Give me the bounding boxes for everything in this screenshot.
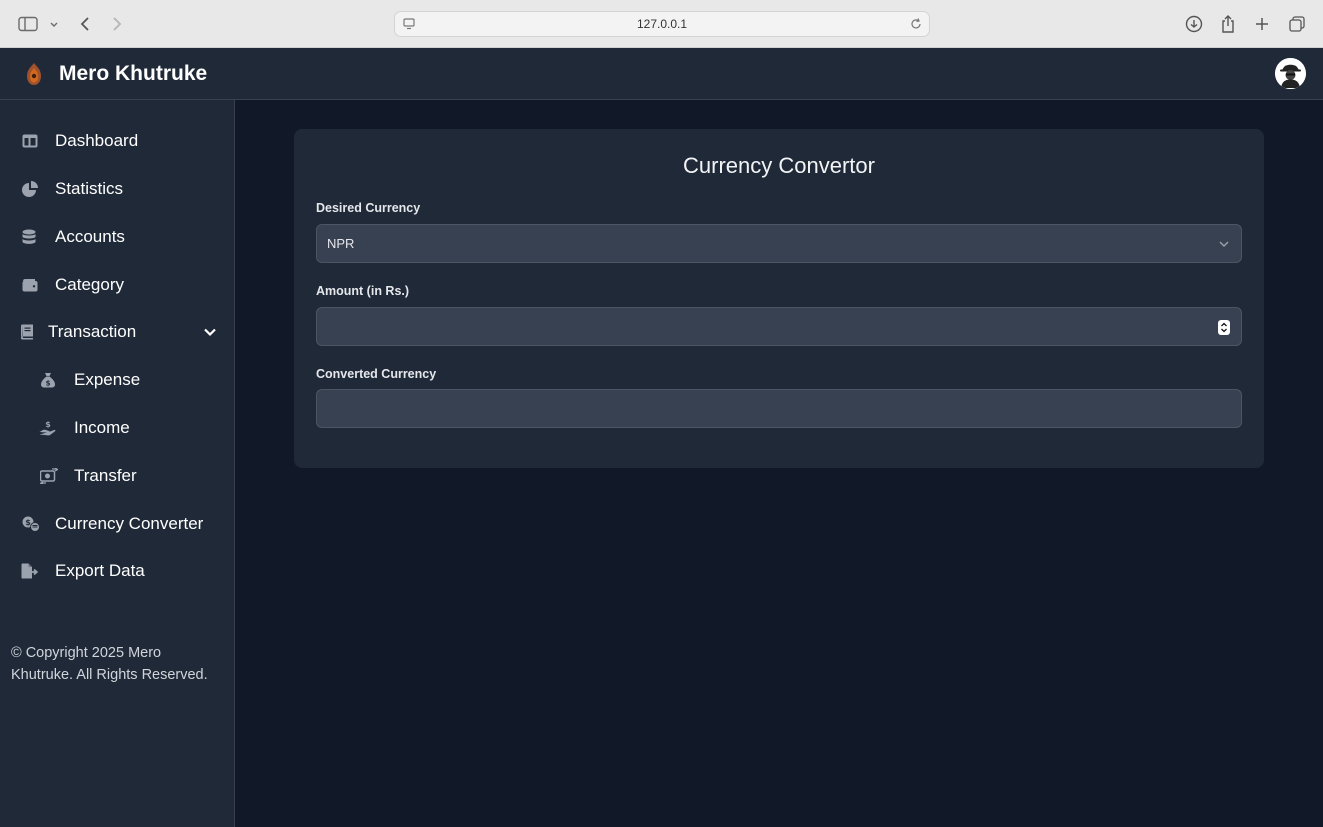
forward-icon[interactable] bbox=[105, 12, 129, 36]
svg-text:$: $ bbox=[46, 380, 51, 388]
dashboard-icon bbox=[21, 132, 39, 150]
svg-text:$: $ bbox=[45, 420, 51, 429]
amount-label: Amount (in Rs.) bbox=[316, 284, 410, 298]
wallet-icon bbox=[21, 276, 39, 294]
user-avatar[interactable] bbox=[1275, 58, 1306, 89]
sidebar-toggle-icon[interactable] bbox=[16, 12, 40, 36]
desired-currency-label: Desired Currency bbox=[316, 201, 421, 215]
sidebar-item-label: Category bbox=[55, 275, 124, 294]
app-header: Mero Khutruke bbox=[0, 48, 1323, 100]
converted-currency-label: Converted Currency bbox=[316, 367, 437, 381]
sidebar-item-label: Transaction bbox=[48, 322, 137, 341]
file-export-icon bbox=[21, 562, 39, 580]
amount-input[interactable] bbox=[316, 307, 1242, 346]
sidebar-item-category[interactable]: Category bbox=[0, 265, 234, 305]
number-stepper-icon[interactable] bbox=[1218, 320, 1230, 335]
currency-converter-card: Currency Convertor Desired Currency NPR … bbox=[294, 129, 1264, 468]
converted-currency-field[interactable] bbox=[316, 389, 1242, 428]
share-icon[interactable] bbox=[1216, 12, 1240, 36]
url-text: 127.0.0.1 bbox=[636, 17, 688, 31]
sidebar-item-label: Statistics bbox=[55, 179, 124, 198]
back-icon[interactable] bbox=[73, 12, 97, 36]
sidebar-item-label: Dashboard bbox=[55, 131, 139, 150]
chevron-down-icon[interactable] bbox=[202, 324, 218, 340]
sidebar: Dashboard Statistics Accounts Category T… bbox=[0, 100, 235, 827]
sidebar-item-statistics[interactable]: Statistics bbox=[0, 169, 234, 209]
copyright-text: © Copyright 2025 Mero Khutruke. All Righ… bbox=[11, 645, 208, 683]
chevron-down-icon[interactable] bbox=[42, 12, 66, 36]
sidebar-item-dashboard[interactable]: Dashboard bbox=[0, 121, 234, 161]
database-icon bbox=[20, 228, 38, 246]
reload-icon[interactable] bbox=[909, 17, 923, 34]
money-transfer-icon bbox=[40, 467, 58, 485]
sidebar-item-label: Expense bbox=[74, 370, 141, 389]
chevron-down-icon bbox=[1217, 237, 1231, 251]
pie-chart-icon bbox=[21, 180, 39, 198]
app-logo-icon[interactable] bbox=[22, 61, 46, 87]
sidebar-item-transaction[interactable]: Transaction bbox=[0, 312, 234, 352]
sidebar-item-accounts[interactable]: Accounts bbox=[0, 217, 234, 257]
page-title: Currency Convertor bbox=[683, 153, 875, 178]
app-title[interactable]: Mero Khutruke bbox=[59, 62, 207, 86]
desired-currency-value: NPR bbox=[327, 236, 355, 251]
book-icon bbox=[18, 323, 36, 341]
address-bar[interactable]: 127.0.0.1 bbox=[394, 11, 930, 37]
sidebar-item-income[interactable]: $ Income bbox=[0, 408, 234, 448]
site-info-icon bbox=[402, 17, 416, 34]
sidebar-item-label: Accounts bbox=[55, 227, 125, 246]
sidebar-item-label: Transfer bbox=[74, 466, 137, 485]
sidebar-item-label: Export Data bbox=[55, 561, 145, 580]
sidebar-item-expense[interactable]: $ Expense bbox=[0, 360, 234, 400]
desired-currency-select[interactable]: NPR bbox=[316, 224, 1242, 263]
sidebar-item-transfer[interactable]: Transfer bbox=[0, 456, 234, 496]
sidebar-item-export-data[interactable]: Export Data bbox=[0, 551, 234, 591]
hand-coin-icon: $ bbox=[39, 419, 57, 437]
sidebar-item-currency-converter[interactable]: $ Currency Converter bbox=[0, 504, 234, 544]
tab-overview-icon[interactable] bbox=[1285, 12, 1309, 36]
sidebar-item-label: Currency Converter bbox=[55, 514, 204, 533]
download-icon[interactable] bbox=[1182, 12, 1206, 36]
money-bag-icon: $ bbox=[39, 371, 57, 389]
new-tab-icon[interactable] bbox=[1250, 12, 1274, 36]
sidebar-item-label: Income bbox=[74, 418, 130, 437]
browser-toolbar: 127.0.0.1 bbox=[0, 0, 1323, 48]
currency-exchange-icon: $ bbox=[22, 515, 40, 533]
